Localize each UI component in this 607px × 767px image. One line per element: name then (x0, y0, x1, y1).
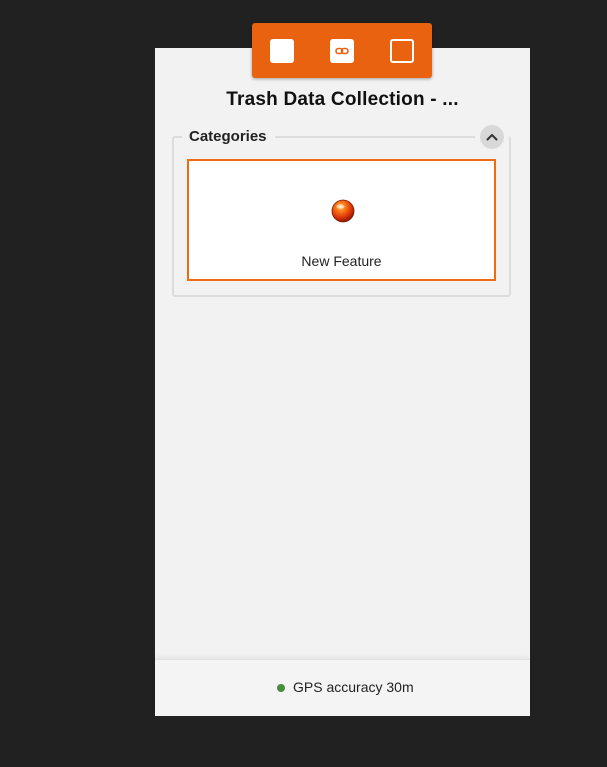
feature-template-new-feature[interactable]: New Feature (187, 159, 496, 281)
chevron-up-icon (486, 134, 498, 141)
survey-panel: Trash Data Collection - ... Categories N… (155, 48, 530, 716)
square-icon[interactable] (270, 39, 294, 63)
gps-accuracy-text: GPS accuracy 30m (293, 679, 414, 695)
feature-label: New Feature (301, 253, 382, 269)
collapse-button[interactable] (480, 125, 504, 149)
link-icon[interactable] (330, 39, 354, 63)
status-footer: GPS accuracy 30m (155, 659, 530, 716)
categories-group: Categories New Feature (172, 125, 511, 297)
gps-status-dot (277, 684, 285, 692)
frame-icon[interactable] (390, 39, 414, 63)
categories-label: Categories (182, 128, 275, 146)
red-sphere-icon (331, 199, 355, 223)
floating-toolbar (252, 23, 432, 78)
survey-title: Trash Data Collection - ... (226, 89, 459, 110)
